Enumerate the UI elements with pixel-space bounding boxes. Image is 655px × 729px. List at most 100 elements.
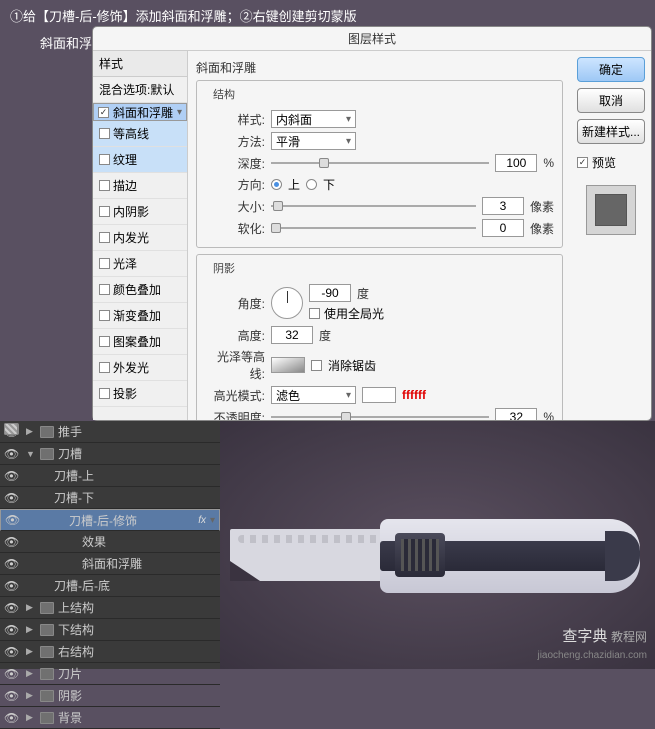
structure-group: 结构 样式:内斜面 方法:平滑 深度:100% 方向:上下 大小:3像素 软化:… bbox=[196, 80, 563, 248]
checkbox-icon[interactable] bbox=[99, 310, 110, 321]
size-input[interactable]: 3 bbox=[482, 197, 524, 215]
depth-input[interactable]: 100 bbox=[495, 154, 537, 172]
cancel-button[interactable]: 取消 bbox=[577, 88, 645, 113]
layer-row[interactable]: 👁▶刀片 bbox=[0, 663, 220, 685]
fold-icon[interactable]: ▶ bbox=[26, 426, 36, 437]
fold-icon[interactable]: ▶ bbox=[26, 668, 36, 679]
unit: % bbox=[543, 410, 554, 420]
eye-icon[interactable]: 👁 bbox=[4, 469, 18, 483]
sidebar-item-pattern-overlay[interactable]: 图案叠加 bbox=[93, 329, 187, 355]
checkbox-icon[interactable] bbox=[99, 258, 110, 269]
checkbox-icon[interactable] bbox=[99, 284, 110, 295]
angle-dial[interactable] bbox=[271, 287, 303, 319]
depth-label: 深度: bbox=[205, 155, 265, 172]
eye-icon[interactable]: 👁 bbox=[4, 623, 18, 637]
checkbox-icon[interactable] bbox=[99, 388, 110, 399]
angle-input[interactable]: -90 bbox=[309, 284, 351, 302]
dialog-main: 斜面和浮雕 结构 样式:内斜面 方法:平滑 深度:100% 方向:上下 大小:3… bbox=[188, 51, 571, 420]
ok-button[interactable]: 确定 bbox=[577, 57, 645, 82]
checkbox-icon[interactable] bbox=[99, 128, 110, 139]
eye-icon[interactable]: 👁 bbox=[5, 513, 19, 527]
sidebar-item-stroke[interactable]: 描边 bbox=[93, 173, 187, 199]
size-label: 大小: bbox=[205, 198, 265, 215]
canvas-preview: 查字典 教程网 jiaocheng.chazidian.com bbox=[220, 421, 655, 669]
soften-slider[interactable] bbox=[271, 221, 476, 235]
sidebar-item-drop-shadow[interactable]: 投影 bbox=[93, 381, 187, 407]
checkbox-icon[interactable] bbox=[99, 180, 110, 191]
layer-row[interactable]: 👁▶下结构 bbox=[0, 619, 220, 641]
sidebar-item-inner-shadow[interactable]: 内阴影 bbox=[93, 199, 187, 225]
layer-thumb-icon bbox=[4, 423, 18, 435]
highlight-opacity-slider[interactable] bbox=[271, 410, 489, 420]
eye-icon[interactable]: 👁 bbox=[4, 579, 18, 593]
new-style-button[interactable]: 新建样式... bbox=[577, 119, 645, 144]
fold-icon[interactable]: ▶ bbox=[26, 646, 36, 657]
global-light-checkbox[interactable] bbox=[309, 308, 320, 319]
fold-icon[interactable]: ▶ bbox=[26, 602, 36, 613]
checkbox-icon[interactable] bbox=[99, 206, 110, 217]
radio-up[interactable] bbox=[271, 179, 282, 190]
layer-row[interactable]: 👁▶推手 bbox=[0, 421, 220, 443]
sidebar-item-gradient-overlay[interactable]: 渐变叠加 bbox=[93, 303, 187, 329]
layer-row[interactable]: 👁 ▼ 刀槽 bbox=[0, 443, 220, 465]
sidebar-label: 外发光 bbox=[113, 359, 149, 376]
unit: 度 bbox=[357, 285, 369, 302]
highlight-color-swatch[interactable] bbox=[362, 387, 396, 403]
eye-icon[interactable]: 👁 bbox=[4, 689, 18, 703]
fx-badge[interactable]: fx bbox=[198, 515, 206, 526]
method-select[interactable]: 平滑 bbox=[271, 132, 356, 150]
layer-row[interactable]: 👁斜面和浮雕 bbox=[0, 553, 220, 575]
style-select[interactable]: 内斜面 bbox=[271, 110, 356, 128]
checkbox-icon[interactable] bbox=[99, 362, 110, 373]
sidebar-item-contour[interactable]: 等高线 bbox=[93, 121, 187, 147]
checkbox-icon[interactable] bbox=[99, 232, 110, 243]
layer-row[interactable]: 👁▶上结构 bbox=[0, 597, 220, 619]
fold-icon[interactable]: ▶ bbox=[26, 712, 36, 723]
sidebar-item-satin[interactable]: 光泽 bbox=[93, 251, 187, 277]
eye-icon[interactable]: 👁 bbox=[4, 601, 18, 615]
eye-icon[interactable]: 👁 bbox=[4, 491, 18, 505]
down-label: 下 bbox=[323, 176, 335, 193]
contour-picker[interactable] bbox=[271, 357, 305, 373]
fold-icon[interactable]: ▼ bbox=[26, 449, 36, 459]
layer-row[interactable]: 👁▶右结构 bbox=[0, 641, 220, 663]
checkbox-icon[interactable] bbox=[98, 107, 109, 118]
depth-slider[interactable] bbox=[271, 156, 489, 170]
sidebar-blend-default[interactable]: 混合选项:默认 bbox=[93, 77, 187, 103]
highlight-mode-label: 高光模式: bbox=[205, 387, 265, 404]
highlight-opacity-input[interactable]: 32 bbox=[495, 408, 537, 420]
sidebar-item-outer-glow[interactable]: 外发光 bbox=[93, 355, 187, 381]
eye-icon[interactable]: 👁 bbox=[4, 535, 18, 549]
sidebar-item-inner-glow[interactable]: 内发光 bbox=[93, 225, 187, 251]
sidebar-label: 光泽 bbox=[113, 255, 137, 272]
highlight-mode-select[interactable]: 滤色 bbox=[271, 386, 356, 404]
folder-icon bbox=[40, 448, 54, 460]
layer-row[interactable]: 👁刀槽-后-修饰fx bbox=[0, 509, 220, 531]
size-slider[interactable] bbox=[271, 199, 476, 213]
radio-down[interactable] bbox=[306, 179, 317, 190]
eye-icon[interactable]: 👁 bbox=[4, 557, 18, 571]
eye-icon[interactable]: 👁 bbox=[4, 711, 18, 725]
layer-row[interactable]: 👁刀槽-后-底 bbox=[0, 575, 220, 597]
sidebar-item-texture[interactable]: 纹理 bbox=[93, 147, 187, 173]
layer-name: 刀槽 bbox=[58, 445, 216, 462]
sidebar-item-bevel[interactable]: 斜面和浮雕 bbox=[93, 103, 187, 121]
watermark: 查字典 教程网 jiaocheng.chazidian.com bbox=[537, 625, 647, 661]
layer-row[interactable]: 👁刀槽-上 bbox=[0, 465, 220, 487]
layer-row[interactable]: 👁效果 bbox=[0, 531, 220, 553]
antialias-checkbox[interactable] bbox=[311, 360, 322, 371]
fold-icon[interactable]: ▶ bbox=[26, 624, 36, 635]
eye-icon[interactable]: 👁 bbox=[4, 447, 18, 461]
checkbox-icon[interactable] bbox=[99, 336, 110, 347]
soften-input[interactable]: 0 bbox=[482, 219, 524, 237]
eye-icon[interactable]: 👁 bbox=[4, 645, 18, 659]
layer-row[interactable]: 👁刀槽-下 bbox=[0, 487, 220, 509]
preview-checkbox[interactable] bbox=[577, 157, 588, 168]
layer-row[interactable]: 👁▶阴影 bbox=[0, 685, 220, 707]
sidebar-item-color-overlay[interactable]: 颜色叠加 bbox=[93, 277, 187, 303]
checkbox-icon[interactable] bbox=[99, 154, 110, 165]
fold-icon[interactable]: ▶ bbox=[26, 690, 36, 701]
altitude-input[interactable]: 32 bbox=[271, 326, 313, 344]
sidebar-head[interactable]: 样式 bbox=[93, 51, 187, 77]
layer-row[interactable]: 👁▶背景 bbox=[0, 707, 220, 729]
